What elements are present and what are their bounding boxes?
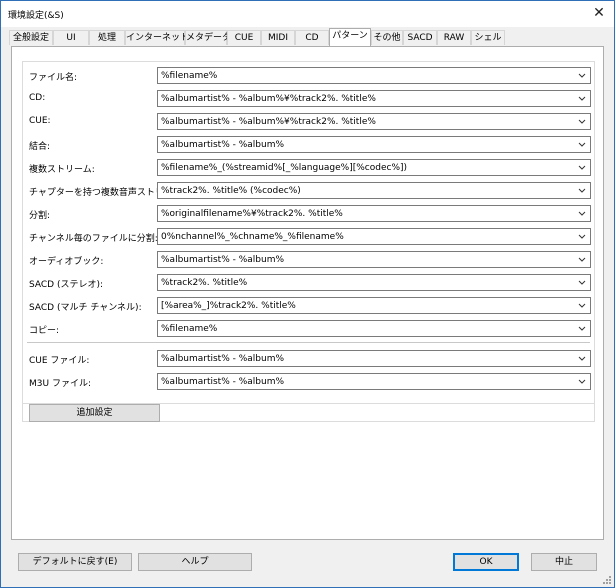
cue-file-label: CUE ファイル:	[29, 356, 90, 366]
m3u-file-pattern-value: %albumartist% - %album%	[161, 377, 285, 387]
pattern-row-split: 分割: %originalfilename%¥%track2%. %title%	[23, 205, 594, 222]
tab-sacd[interactable]: SACD	[403, 30, 437, 45]
restore-defaults-button[interactable]: デフォルトに戻す(E)	[18, 553, 132, 571]
m3u-file-pattern-combo[interactable]: %albumartist% - %album%	[157, 373, 591, 390]
sacd-stereo-pattern-combo[interactable]: %track2%. %title%	[157, 274, 591, 291]
split-pattern-value: %originalfilename%¥%track2%. %title%	[161, 209, 343, 219]
ok-button[interactable]: OK	[453, 553, 519, 571]
cd-pattern-value: %albumartist% - %album%¥%track2%. %title…	[161, 94, 376, 104]
join-label: 結合:	[29, 142, 51, 152]
pattern-row-channel-split: チャンネル毎のファイルに分割: 0%nchannel%_%chname%_%fi…	[23, 228, 594, 245]
multistream-pattern-combo[interactable]: %filename%_(%streamid%[_%language%][%cod…	[157, 159, 591, 176]
additional-settings-button[interactable]: 追加設定	[29, 404, 160, 422]
tab-cue[interactable]: CUE	[227, 30, 261, 45]
chevron-down-icon[interactable]	[577, 322, 587, 335]
chevron-down-icon[interactable]	[577, 161, 587, 174]
additional-settings-group: 追加設定	[22, 402, 595, 422]
split-pattern-combo[interactable]: %originalfilename%¥%track2%. %title%	[157, 205, 591, 222]
tab-shell[interactable]: シェル	[471, 30, 505, 45]
cd-pattern-combo[interactable]: %albumartist% - %album%¥%track2%. %title…	[157, 90, 591, 107]
filename-label: ファイル名:	[29, 73, 78, 83]
chevron-down-icon[interactable]	[577, 276, 587, 289]
chevron-down-icon[interactable]	[577, 115, 587, 128]
section-divider	[27, 342, 590, 343]
chevron-down-icon[interactable]	[577, 352, 587, 365]
audiobook-pattern-combo[interactable]: %albumartist% - %album%	[157, 251, 591, 268]
help-button[interactable]: ヘルプ	[138, 553, 252, 571]
chevron-down-icon[interactable]	[577, 299, 587, 312]
tab-midi[interactable]: MIDI	[261, 30, 295, 45]
pattern-row-sacd-multichannel: SACD (マルチ チャンネル): [%area%_]%track2%. %ti…	[23, 297, 594, 314]
tab-general[interactable]: 全般設定	[9, 30, 53, 45]
tab-raw[interactable]: RAW	[437, 30, 471, 45]
cue-file-pattern-value: %albumartist% - %album%	[161, 354, 285, 364]
join-pattern-combo[interactable]: %albumartist% - %album%	[157, 136, 591, 153]
chevron-down-icon[interactable]	[577, 253, 587, 266]
sacd-multichannel-label: SACD (マルチ チャンネル):	[29, 303, 142, 313]
tab-processing[interactable]: 処理	[89, 30, 125, 45]
cue-file-pattern-combo[interactable]: %albumartist% - %album%	[157, 350, 591, 367]
multistream-pattern-value: %filename%_(%streamid%[_%language%][%cod…	[161, 163, 408, 173]
chevron-down-icon[interactable]	[577, 207, 587, 220]
sacd-multichannel-pattern-value: [%area%_]%track2%. %title%	[161, 301, 296, 311]
pattern-row-cd: CD: %albumartist% - %album%¥%track2%. %t…	[23, 90, 594, 107]
chapter-multistream-pattern-value: %track2%. %title% (%codec%)	[161, 186, 301, 196]
filename-pattern-combo[interactable]: %filename%	[157, 67, 591, 84]
chevron-down-icon[interactable]	[577, 92, 587, 105]
join-pattern-value: %albumartist% - %album%	[161, 140, 285, 150]
copy-pattern-combo[interactable]: %filename%	[157, 320, 591, 337]
copy-label: コピー:	[29, 326, 60, 336]
tab-pattern[interactable]: パターン	[329, 28, 371, 46]
pattern-row-multistream: 複数ストリーム: %filename%_(%streamid%[_%langua…	[23, 159, 594, 176]
list-row-m3u-file: M3U ファイル: %albumartist% - %album%	[23, 373, 594, 390]
chevron-down-icon[interactable]	[577, 230, 587, 243]
tab-metadata[interactable]: メタデータ	[185, 30, 231, 45]
cue-label: CUE:	[29, 116, 51, 126]
cancel-button[interactable]: 中止	[531, 553, 597, 571]
pattern-group: ファイル名: %filename% CD: %albumartist% - %a…	[22, 61, 595, 404]
tab-internet[interactable]: インターネット	[125, 30, 189, 45]
window-title: 環境設定(&S)	[8, 11, 64, 21]
close-icon[interactable]: ✕	[584, 1, 614, 27]
pattern-row-join: 結合: %albumartist% - %album%	[23, 136, 594, 153]
pattern-row-sacd-stereo: SACD (ステレオ): %track2%. %title%	[23, 274, 594, 291]
filename-pattern-value: %filename%	[161, 71, 218, 81]
pattern-row-cue: CUE: %albumartist% - %album%¥%track2%. %…	[23, 113, 594, 130]
cue-pattern-combo[interactable]: %albumartist% - %album%¥%track2%. %title…	[157, 113, 591, 130]
tab-ui[interactable]: UI	[53, 30, 89, 45]
resize-grip-icon[interactable]	[602, 575, 612, 585]
preferences-dialog: 環境設定(&S) ✕ 全般設定 UI 処理 インターネット メタデータ CUE …	[0, 0, 615, 588]
sacd-stereo-label: SACD (ステレオ):	[29, 280, 104, 290]
chevron-down-icon[interactable]	[577, 138, 587, 151]
split-label: 分割:	[29, 211, 51, 221]
title-bar[interactable]: 環境設定(&S) ✕	[1, 1, 614, 27]
cd-label: CD:	[29, 93, 46, 103]
chevron-down-icon[interactable]	[577, 69, 587, 82]
channel-split-label: チャンネル毎のファイルに分割:	[29, 234, 158, 244]
channel-split-pattern-value: 0%nchannel%_%chname%_%filename%	[161, 232, 344, 242]
list-row-cue-file: CUE ファイル: %albumartist% - %album%	[23, 350, 594, 367]
chevron-down-icon[interactable]	[577, 184, 587, 197]
pattern-row-audiobook: オーディオブック: %albumartist% - %album%	[23, 251, 594, 268]
pattern-row-chapter-multistream: チャプターを持つ複数音声ストリーム: %track2%. %title% (%c…	[23, 182, 594, 199]
chevron-down-icon[interactable]	[577, 375, 587, 388]
channel-split-pattern-combo[interactable]: 0%nchannel%_%chname%_%filename%	[157, 228, 591, 245]
sacd-stereo-pattern-value: %track2%. %title%	[161, 278, 248, 288]
audiobook-label: オーディオブック:	[29, 257, 104, 267]
pattern-tab-panel: ファイル名: %filename% CD: %albumartist% - %a…	[11, 46, 604, 540]
audiobook-pattern-value: %albumartist% - %album%	[161, 255, 285, 265]
tab-cd[interactable]: CD	[295, 30, 329, 45]
multistream-label: 複数ストリーム:	[29, 165, 95, 175]
m3u-file-label: M3U ファイル:	[29, 379, 91, 389]
pattern-row-filename: ファイル名: %filename%	[23, 67, 594, 84]
copy-pattern-value: %filename%	[161, 324, 218, 334]
sacd-multichannel-pattern-combo[interactable]: [%area%_]%track2%. %title%	[157, 297, 591, 314]
chapter-multistream-pattern-combo[interactable]: %track2%. %title% (%codec%)	[157, 182, 591, 199]
cue-pattern-value: %albumartist% - %album%¥%track2%. %title…	[161, 117, 376, 127]
tab-other[interactable]: その他	[371, 30, 403, 45]
pattern-row-copy: コピー: %filename%	[23, 320, 594, 337]
